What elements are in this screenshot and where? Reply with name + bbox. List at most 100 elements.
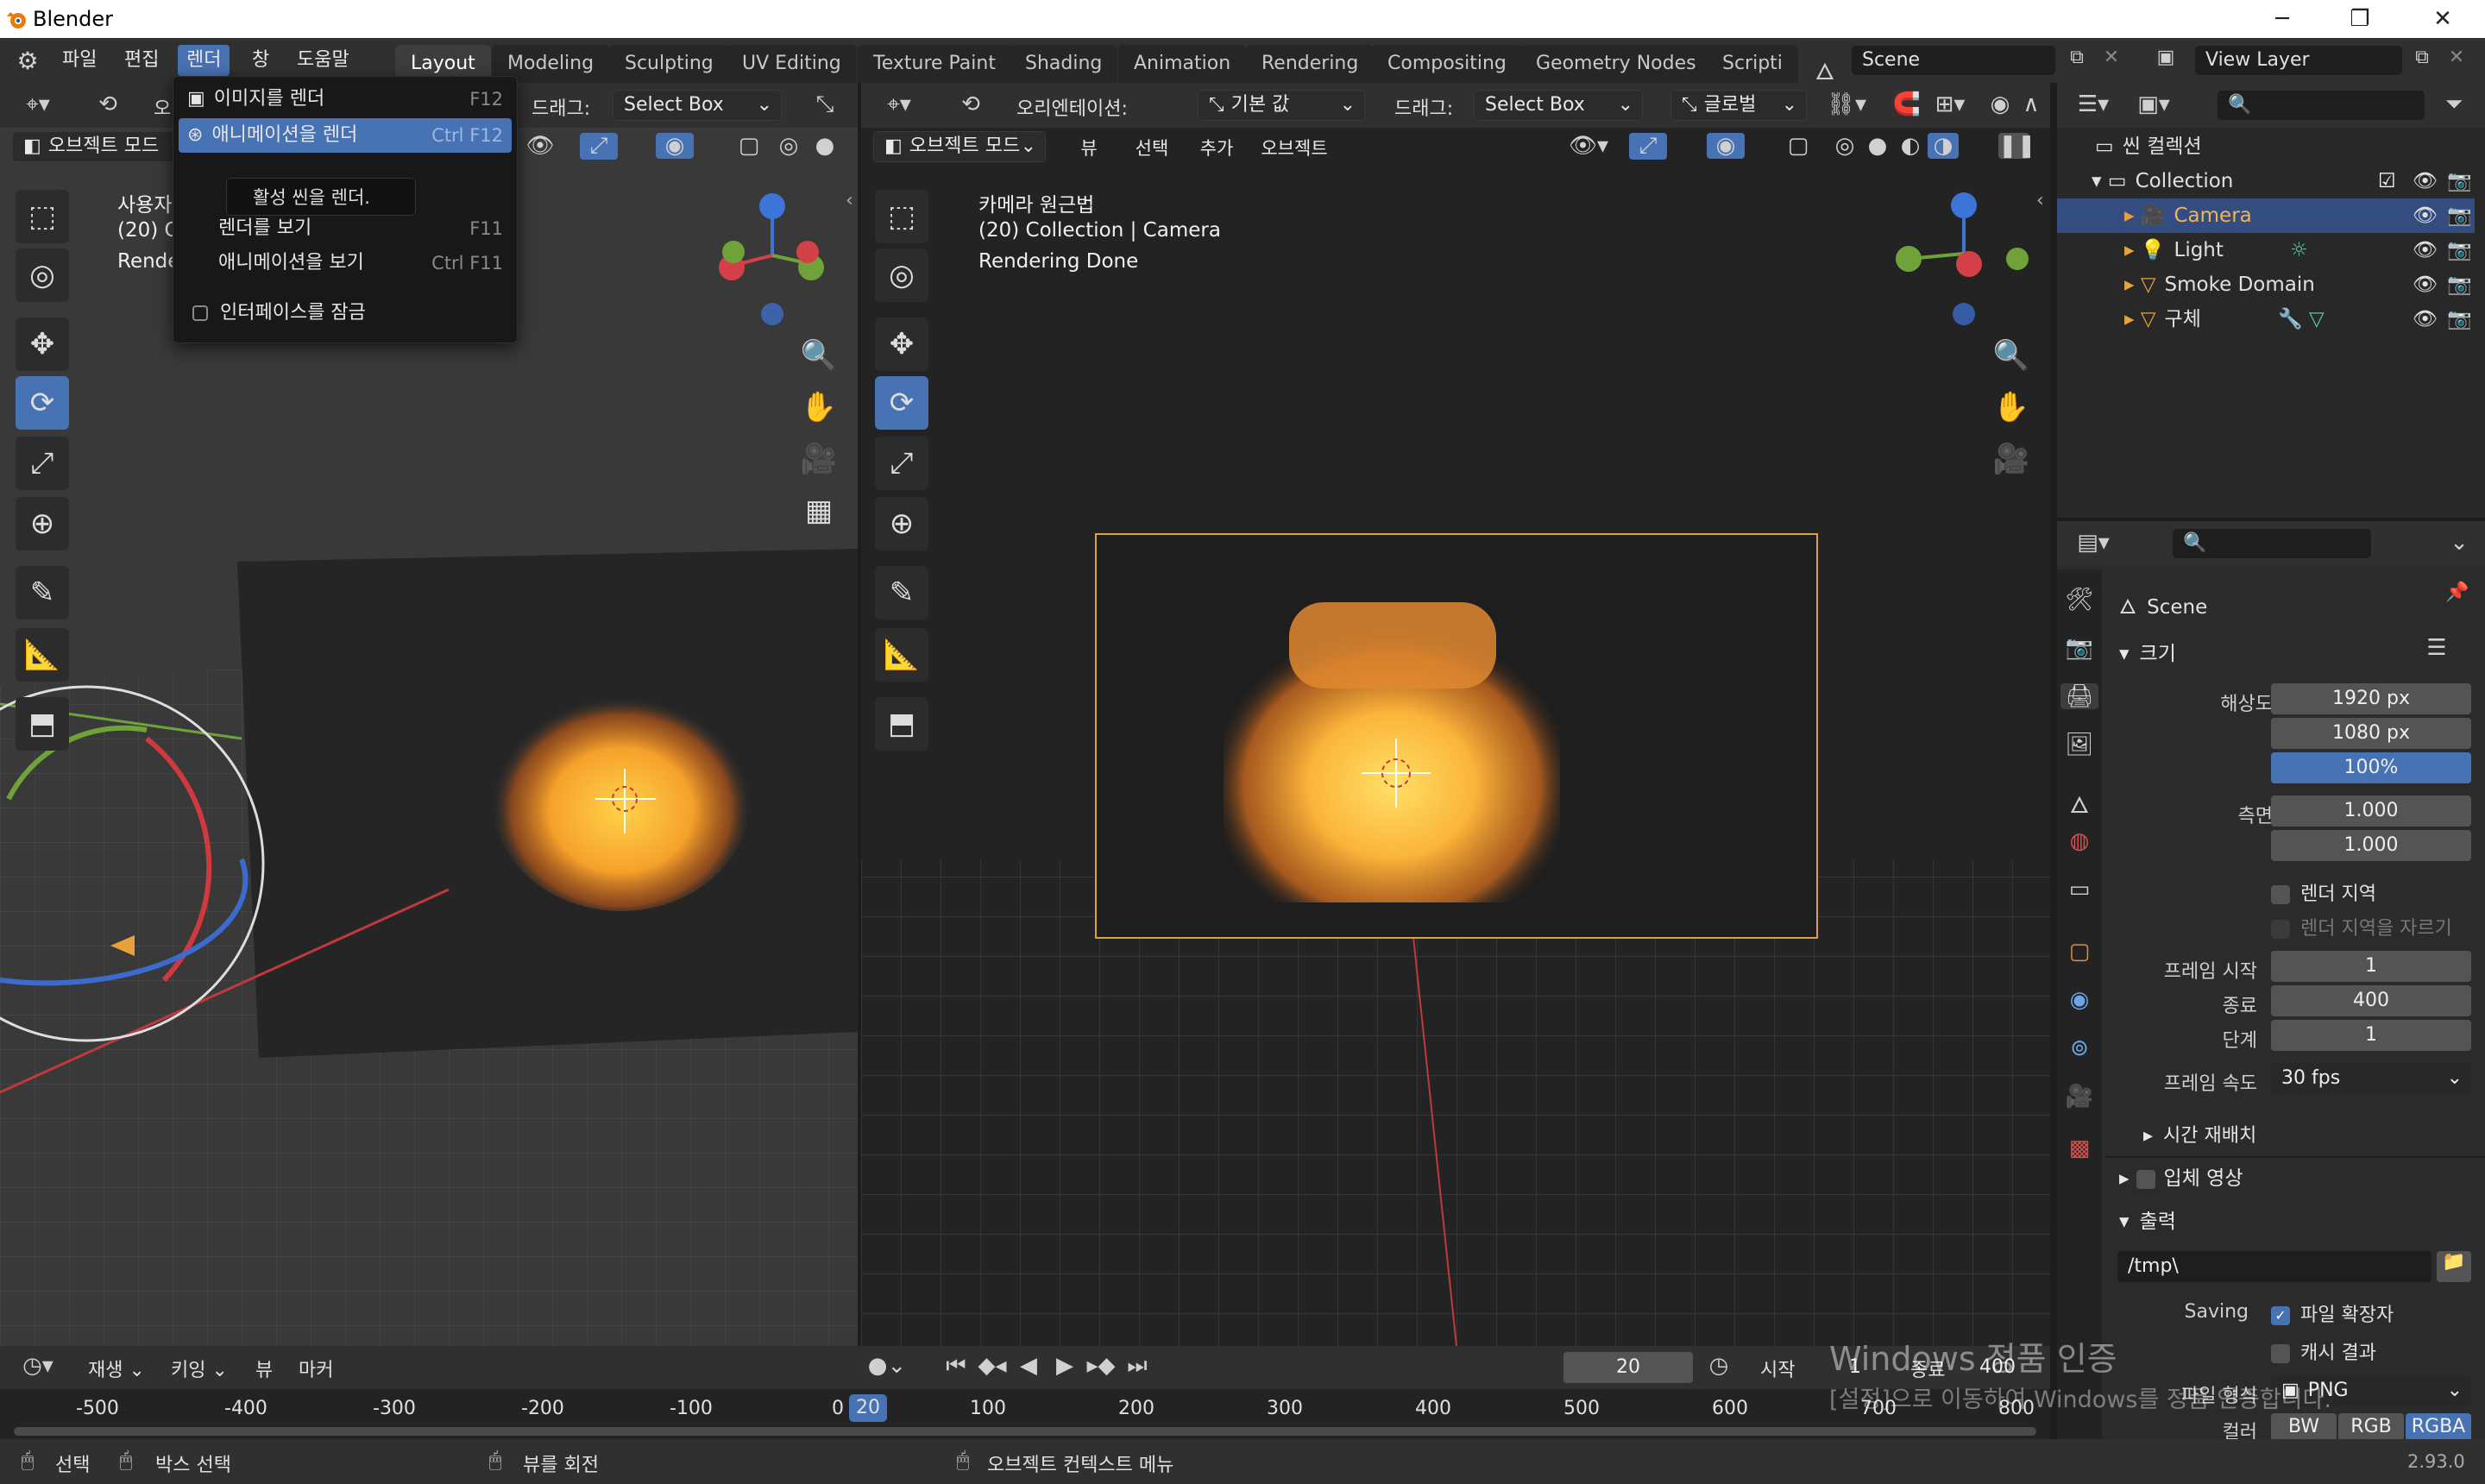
properties-options-icon[interactable]: ⌄ (2442, 530, 2476, 556)
transform-tool[interactable]: ⊕ (16, 497, 69, 550)
ortho-grid-icon[interactable]: ▦ (797, 494, 840, 528)
menu-window[interactable]: 창 (243, 45, 278, 76)
gizmo-toggle-icon[interactable]: ⤢ (1629, 133, 1667, 160)
timeline-ruler[interactable]: -500 -400 -300 -200 -100 0 20 100 200 30… (0, 1389, 2050, 1439)
annotate-tool[interactable]: ✎ (16, 566, 69, 619)
overlay-toggle-icon[interactable]: ◉ (656, 133, 694, 159)
delete-scene-icon[interactable]: ✕ (2097, 47, 2126, 68)
use-preview-range-icon[interactable]: ◷ (1702, 1353, 1736, 1379)
right-viewport[interactable]: ⌖▾ ⟲ 오리엔테이션: ⤡ 기본 값 ⌄ 드래그: Select Box ⌄ ⤡ 글로… (861, 83, 2050, 1346)
tab-shading[interactable]: Shading (1010, 45, 1118, 83)
folder-browse-icon[interactable]: 📁 (2437, 1251, 2471, 1282)
menu-help[interactable]: 도움말 (288, 45, 358, 76)
menu-file[interactable]: 파일 (53, 45, 105, 76)
delete-view-layer-icon[interactable]: ✕ (2442, 47, 2471, 68)
camera-view-icon[interactable]: 🎥 (1990, 442, 2033, 476)
tab-geometry-nodes[interactable]: Geometry Nodes (1520, 45, 1712, 83)
new-scene-icon[interactable]: ⧉ (2062, 47, 2092, 68)
next-keyframe-icon[interactable]: ▸◆ (1085, 1353, 1117, 1379)
gizmo-toggle-icon[interactable]: ⤢ (580, 133, 618, 160)
timeline-scrollbar[interactable] (14, 1427, 2036, 1436)
texture-tab-icon[interactable]: ▩ (2060, 1135, 2098, 1161)
menu-keying[interactable]: 키잉 ⌄ (171, 1355, 228, 1382)
pan-hand-icon[interactable]: ✋ (1990, 390, 2033, 424)
rotate-tool[interactable]: ⟳ (875, 376, 928, 430)
render-tab-icon[interactable]: 📷 (2060, 635, 2098, 661)
color-rgb-button[interactable]: RGB (2338, 1413, 2404, 1441)
tab-compositing[interactable]: Compositing (1372, 45, 1522, 83)
tab-rendering[interactable]: Rendering (1246, 45, 1375, 83)
rotate-tool[interactable]: ⟳ (16, 376, 69, 430)
view-layer-field[interactable]: View Layer (2195, 46, 2402, 75)
tab-animation[interactable]: Animation (1118, 45, 1247, 83)
fps-dropdown[interactable]: 30 fps ⌄ (2271, 1063, 2471, 1094)
menu-add[interactable]: 추가 (1191, 133, 1242, 164)
transform-pivot-icon[interactable]: ⟲ (86, 91, 129, 117)
menu-view-animation[interactable]: 애니메이션을 보기 Ctrl F11 (179, 246, 512, 280)
solid-shading-icon[interactable]: ● (1862, 133, 1893, 159)
editor-type-icon[interactable]: ⌖▾ (14, 91, 62, 118)
move-tool[interactable]: ✥ (16, 318, 69, 371)
measure-tool[interactable]: 📐 (16, 628, 69, 682)
res-pct-field[interactable]: 100% (2271, 752, 2471, 783)
filter-icon[interactable]: ⏷ (2437, 91, 2471, 118)
frame-start-field[interactable]: 1 (2271, 951, 2471, 982)
playhead[interactable]: 20 (849, 1394, 887, 1422)
falloff-icon[interactable]: ∧ (2016, 91, 2047, 117)
menu-timeline-view[interactable]: 뷰 (255, 1355, 273, 1382)
collapse-arrow-icon[interactable]: ‹ (846, 190, 853, 211)
xray-icon[interactable]: ▢ (1783, 133, 1814, 159)
crop-region-checkbox[interactable]: 렌더 지역을 자르기 (2271, 913, 2452, 940)
right-mode-dropdown[interactable]: ◧ 오브젝트 모드 ⌄ (873, 131, 1046, 162)
current-frame-field[interactable]: 20 (1563, 1352, 1693, 1383)
res-y-field[interactable]: 1080 px (2271, 718, 2471, 749)
aspect-x-field[interactable]: 1.000 (2271, 795, 2471, 827)
outliner-item-light[interactable]: ▸ 💡 Light ☼ 👁 📷 (2057, 233, 2475, 267)
menu-render-animation[interactable]: ⊛ 애니메이션을 렌더 Ctrl F12 (179, 118, 512, 153)
cache-result-checkbox[interactable]: 캐시 결과 (2271, 1337, 2376, 1365)
tab-scripting[interactable]: Scripti (1707, 45, 1798, 83)
constraints-tab-icon[interactable]: ⊚ (2060, 1035, 2098, 1061)
properties-search-input[interactable]: 🔍 (2173, 529, 2371, 558)
outliner-item-sphere[interactable]: ▸ ▽ 구체 🔧 ▽ 👁 📷 (2057, 302, 2475, 336)
tool-tab-icon[interactable]: 🛠 (2060, 587, 2098, 613)
tab-uv-editing[interactable]: UV Editing (727, 45, 857, 83)
play-icon[interactable]: ▶ (1049, 1353, 1080, 1379)
snap-icon[interactable]: ⤡ (808, 91, 842, 118)
jump-end-icon[interactable]: ⏭ (1122, 1353, 1153, 1380)
frame-step-field[interactable]: 1 (2271, 1020, 2471, 1051)
scale-tool[interactable]: ⤢ (875, 437, 928, 490)
editor-type-icon[interactable]: ⌖▾ (875, 91, 923, 118)
object-tab-icon[interactable]: ▢ (2060, 939, 2098, 965)
menu-object[interactable]: 오브젝트 (1251, 133, 1337, 164)
snap-target-icon[interactable]: ⊞▾ (1924, 91, 1976, 117)
outliner-item-collection[interactable]: ▾ ▭ Collection ☑ 👁 📷 (2057, 164, 2475, 198)
color-bw-button[interactable]: BW (2271, 1413, 2337, 1441)
transform-orientation-dropdown[interactable]: ⤡ 글로벌 ⌄ (1670, 90, 1807, 121)
visibility-icon[interactable]: 👁▾ (1562, 133, 1615, 159)
output-tab-icon[interactable]: 🖨 (2060, 683, 2098, 709)
wireframe-shading-icon[interactable]: ◎ (773, 133, 804, 159)
section-stereo[interactable]: ▸ 입체 영상 (2119, 1161, 2243, 1191)
snap-magnet-icon[interactable]: 🧲 (1890, 91, 1924, 117)
section-size[interactable]: ▾ 크기 (2119, 637, 2176, 666)
cursor-tool[interactable]: ◎ (875, 248, 928, 302)
jump-start-icon[interactable]: ⏮ (941, 1353, 972, 1380)
zoom-icon[interactable]: 🔍 (1990, 338, 2033, 373)
section-time-remap[interactable]: ▸ 시간 재배치 (2143, 1120, 2256, 1148)
display-mode-icon[interactable]: ▣▾ (2130, 91, 2178, 117)
cursor-tool[interactable]: ◎ (16, 248, 69, 302)
select-box-tool[interactable]: ⬚ (16, 190, 69, 243)
collapse-arrow-icon[interactable]: ‹ (2036, 190, 2044, 211)
frame-end-field[interactable]: 400 (2271, 985, 2471, 1016)
outliner-item-smoke-domain[interactable]: ▸ ▽ Smoke Domain 👁 📷 (2057, 267, 2475, 302)
scene-field[interactable]: Scene (1852, 46, 2055, 75)
drag-select-dropdown[interactable]: Select Box ⌄ (613, 90, 782, 121)
timeline-editor-type-icon[interactable]: ◷▾ (12, 1353, 64, 1379)
menu-render[interactable]: 렌더 (178, 45, 230, 76)
physics-tab-icon[interactable]: ◉ (2060, 987, 2098, 1013)
solid-shading-icon[interactable]: ● (809, 133, 840, 159)
orientation-dropdown[interactable]: ⤡ 기본 값 ⌄ (1198, 90, 1365, 121)
xray-icon[interactable]: ▢ (733, 133, 764, 159)
auto-keying-icon[interactable]: ●⌄ (863, 1353, 911, 1379)
